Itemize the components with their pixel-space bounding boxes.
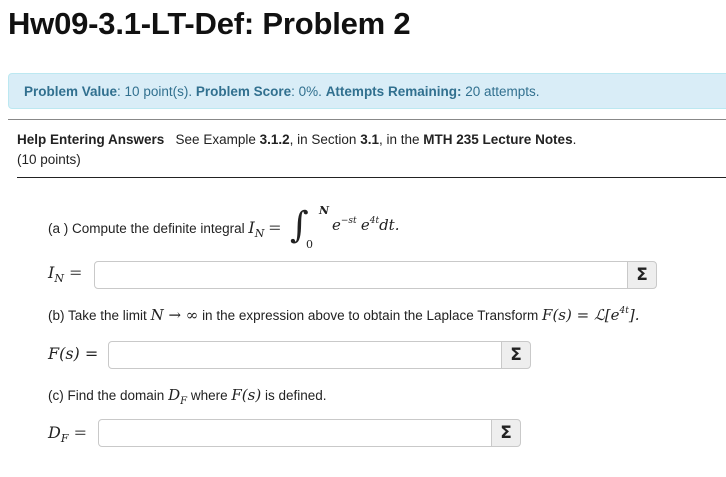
problem-score: : 0%.	[291, 84, 322, 99]
help-text: , in Section	[289, 132, 357, 147]
part-b-text: (b) Take the limit	[48, 308, 147, 323]
upper-limit: N	[319, 204, 330, 217]
answer-a-label: IN =	[48, 263, 83, 286]
part-c-text: (c) Find the domain	[48, 388, 165, 403]
exponent: −st	[340, 216, 357, 226]
integral-symbol-I: IN	[248, 218, 265, 241]
problem-value-label: Problem Value	[24, 84, 118, 99]
part-b-text: in the expression above to obtain the La…	[202, 308, 539, 323]
part-a-question: (a ) Compute the definite integral IN =	[48, 218, 282, 240]
part-c-text: is defined.	[264, 388, 327, 403]
part-c-question: (c) Find the domain DF where F(s) is def…	[48, 386, 327, 407]
equals-sign: =	[268, 218, 282, 237]
integrand: e−st e4tdt.	[332, 216, 399, 234]
limit-expression: N → ∞	[150, 306, 199, 324]
points-text: (10 points)	[17, 152, 81, 167]
sigma-icon: Σ	[636, 265, 648, 285]
section-ref: 3.1	[360, 132, 379, 147]
dt: dt.	[379, 216, 400, 234]
answer-b-input[interactable]	[108, 341, 502, 369]
answer-c-label: DF =	[48, 423, 87, 446]
part-a-text: (a ) Compute the definite integral	[48, 221, 245, 236]
problem-score-label: Problem Score	[195, 84, 292, 99]
domain-symbol: DF	[168, 386, 188, 407]
function-symbol: F(s)	[231, 386, 262, 404]
divider	[8, 119, 726, 120]
answer-c-input[interactable]	[98, 419, 492, 447]
help-text: , in the	[378, 132, 420, 147]
exp-e: e	[360, 216, 370, 234]
problem-value: : 10 point(s).	[117, 84, 193, 99]
answer-a-input[interactable]	[94, 261, 628, 289]
equation-editor-button[interactable]: Σ	[627, 261, 657, 289]
attempts-label: Attempts Remaining:	[325, 84, 462, 99]
example-ref: 3.1.2	[259, 132, 290, 147]
exponent: 4t	[369, 216, 380, 226]
sigma-icon: Σ	[510, 345, 522, 365]
page-title: Hw09-3.1-LT-Def: Problem 2	[8, 6, 411, 41]
attempts-remaining: 20 attempts.	[465, 84, 540, 99]
exp-e: e	[332, 216, 341, 234]
equation-editor-button[interactable]: Σ	[491, 419, 521, 447]
answer-b-label: F(s) =	[48, 344, 99, 363]
laplace-expression: F(s) = ℒ[e4t].	[542, 306, 640, 324]
equation-editor-button[interactable]: Σ	[501, 341, 531, 369]
lecture-notes-link[interactable]: MTH 235 Lecture Notes	[423, 132, 572, 147]
definite-integral: ∫ N 0	[288, 204, 329, 251]
help-entering-answers-link[interactable]: Help Entering Answers	[17, 132, 164, 147]
sigma-icon: Σ	[500, 423, 512, 443]
divider	[17, 177, 726, 178]
help-text: See Example	[175, 132, 256, 147]
lower-limit: 0	[306, 238, 313, 251]
help-section: Help Entering Answers See Example 3.1.2,…	[17, 130, 576, 170]
part-b-question: (b) Take the limit N → ∞ in the expressi…	[48, 306, 639, 324]
help-text: .	[572, 132, 577, 147]
part-c-text: where	[190, 388, 228, 403]
problem-status-bar: Problem Value: 10 point(s). Problem Scor…	[8, 73, 726, 109]
